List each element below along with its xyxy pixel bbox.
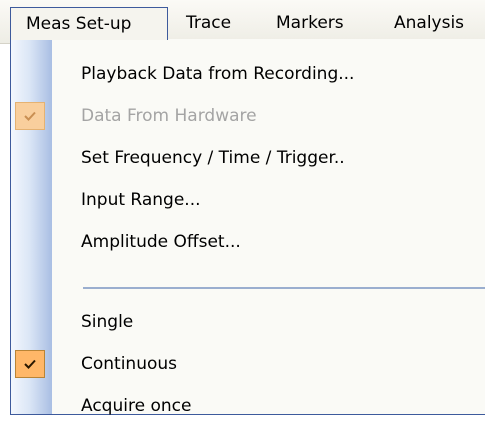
menu-analysis[interactable]: Analysis — [394, 7, 464, 40]
menu-item-label: Acquire once — [81, 396, 192, 416]
menu-item-continuous[interactable]: Continuous — [11, 343, 485, 385]
menu-markers[interactable]: Markers — [276, 7, 344, 40]
menu-item-label: Single — [81, 312, 134, 332]
menu-item-amplitude-offset[interactable]: Amplitude Offset... — [11, 221, 485, 263]
menu-item-playback-data[interactable]: Playback Data from Recording... — [11, 53, 485, 95]
menu-item-label: Continuous — [81, 354, 178, 374]
menu-item-label: Set Frequency / Time / Trigger.. — [81, 148, 345, 168]
meas-setup-dropdown: Playback Data from Recording... Data Fro… — [10, 39, 485, 416]
check-icon — [15, 350, 45, 378]
menu-meas-setup[interactable]: Meas Set-up — [10, 7, 168, 40]
menu-item-label: Input Range... — [81, 190, 201, 210]
menu-item-label: Playback Data from Recording... — [81, 64, 355, 84]
menu-item-label: Data From Hardware — [81, 106, 257, 126]
menu-item-label: Amplitude Offset... — [81, 232, 241, 252]
menu-separator — [83, 287, 485, 289]
check-icon — [15, 102, 45, 130]
menu-trace[interactable]: Trace — [186, 7, 231, 40]
menu-item-input-range[interactable]: Input Range... — [11, 179, 485, 221]
menu-item-acquire-once[interactable]: Acquire once — [11, 385, 485, 427]
menu-item-single[interactable]: Single — [11, 301, 485, 343]
menu-bar: Meas Set-up Trace Markers Analysis — [0, 0, 485, 44]
menu-item-data-from-hardware: Data From Hardware — [11, 95, 485, 137]
menu-item-set-frequency[interactable]: Set Frequency / Time / Trigger.. — [11, 137, 485, 179]
